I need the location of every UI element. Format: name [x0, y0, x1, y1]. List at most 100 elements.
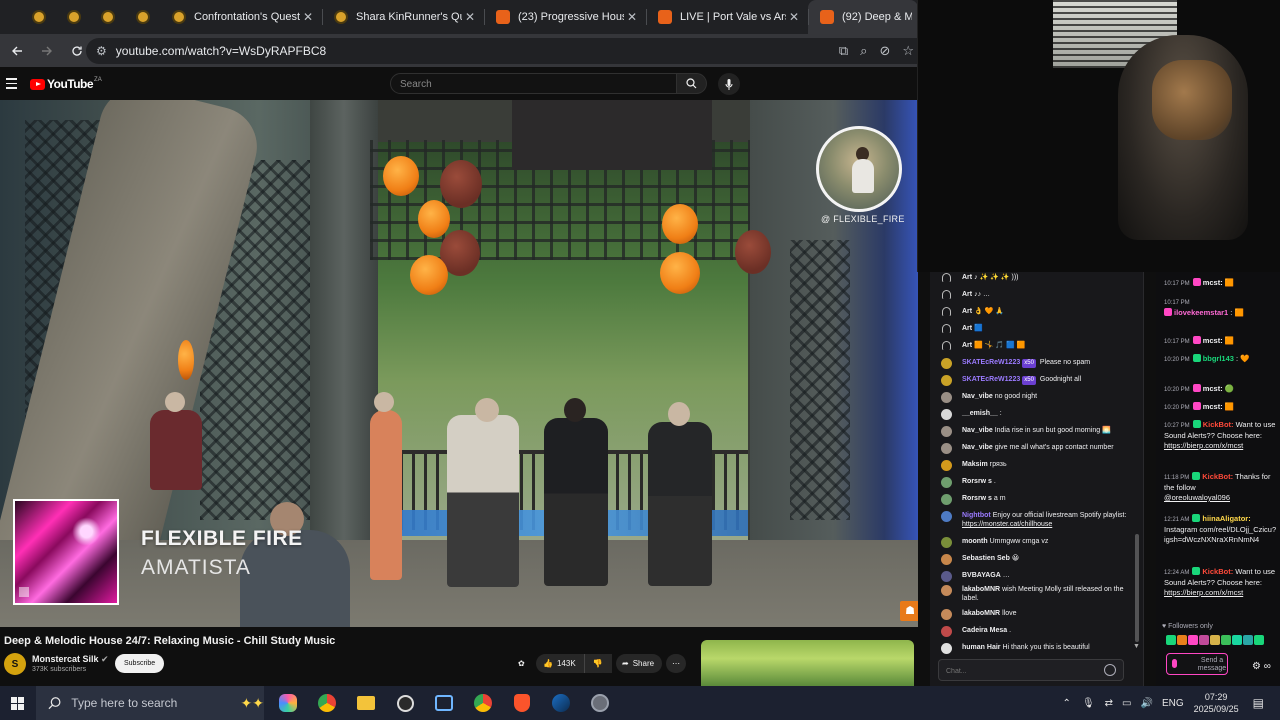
voice-search-button[interactable] [718, 73, 740, 95]
video-player[interactable]: FLEXIBLE FIRE AMATISTA @ FLEXIBLE_FIRE ☗ [0, 100, 918, 627]
chat-username[interactable]: Maksim [962, 461, 988, 468]
address-bar[interactable]: ⚙ youtube.com/watch?v=WsDyRAPFBC8 ⧉ ⌕ ⊘ … [86, 38, 918, 64]
emote-icon[interactable] [1188, 635, 1198, 645]
channel-watermark-icon[interactable]: ☗ [900, 601, 918, 621]
chat-username[interactable]: lakaboMNR [962, 610, 1000, 617]
extension-button[interactable]: ✿ [518, 654, 532, 673]
emote-icon[interactable] [1254, 635, 1264, 645]
zoom-icon[interactable]: ⌕ [860, 43, 867, 59]
scroll-down-icon[interactable]: ▼ [1133, 643, 1140, 650]
user-avatar[interactable] [941, 392, 952, 403]
tab-progressive-house[interactable]: (23) Progressive House 2 ✕ [484, 0, 646, 34]
user-avatar[interactable] [941, 554, 952, 565]
close-tab-icon[interactable]: ✕ [624, 10, 640, 24]
chat-input-box[interactable] [938, 659, 1124, 682]
headphones-icon[interactable] [942, 290, 951, 299]
search-button[interactable] [677, 73, 707, 94]
taskbar-search[interactable]: ✦✦ [36, 686, 264, 720]
send-message-input[interactable]: Send a message [1166, 653, 1228, 675]
user-avatar[interactable] [941, 571, 952, 582]
chat-link[interactable]: https://bierp.com/x/mcst [1164, 588, 1243, 597]
chat-username[interactable]: Rorsrw s [962, 495, 992, 502]
taskbar-app-game[interactable] [590, 693, 610, 713]
close-tab-icon[interactable]: ✕ [300, 10, 316, 24]
chat-username[interactable]: BVBAYAGA [962, 572, 1001, 579]
taskbar-app-copilot[interactable] [278, 693, 298, 713]
youtube-logo[interactable]: YouTube ZA [30, 77, 102, 91]
notifications-icon[interactable]: ▤ [1253, 696, 1264, 710]
taskbar-app-chrome-2[interactable] [473, 693, 493, 713]
user-avatar[interactable] [941, 443, 952, 454]
emote-icon[interactable] [1243, 635, 1253, 645]
chat-input[interactable] [939, 661, 1099, 682]
channel-name[interactable]: Monstercat Silk ✔ [32, 654, 109, 665]
chat-username[interactable]: hiinaAligator: [1202, 514, 1250, 523]
taskbar-app-brave[interactable] [512, 693, 532, 713]
chat-username[interactable]: mcst: [1203, 336, 1223, 345]
volume-icon[interactable]: 🔊 [1140, 698, 1152, 709]
chat-username[interactable]: bbgrl143 [1203, 354, 1234, 363]
forward-button[interactable] [34, 38, 60, 64]
chat-username[interactable]: lakaboMNR [962, 586, 1000, 593]
chat-username[interactable]: __emish__ [962, 410, 998, 417]
close-tab-icon[interactable]: ✕ [786, 10, 802, 24]
chat-link[interactable]: https://monster.cat/chillhouse [962, 521, 1052, 528]
bookmark-star-icon[interactable]: ☆ [902, 43, 914, 59]
chat-username[interactable]: Nav_vibe [962, 427, 993, 434]
show-hidden-icons-icon[interactable]: ⌃ [1063, 698, 1071, 709]
tab-deep-melodic-active[interactable]: (92) Deep & Melo [808, 0, 918, 34]
chat-scrollbar[interactable] [1135, 534, 1139, 642]
user-avatar[interactable] [941, 409, 952, 420]
chat-username[interactable]: SKATEcReW1223 [962, 376, 1020, 383]
tab-shara-quest[interactable]: Shara KinRunner's Quest ✕ [322, 0, 484, 34]
chat-username[interactable]: Cadeira Mesa [962, 627, 1007, 634]
chat-username[interactable]: human Hair [962, 644, 1001, 651]
chat-username[interactable]: mcst: [1203, 402, 1223, 411]
emote-icon[interactable] [1232, 635, 1242, 645]
chat-username[interactable]: mcst: [1203, 278, 1223, 287]
chat-username[interactable]: ilovekeemstar1 [1174, 308, 1228, 317]
cast-icon[interactable]: ⧉ [839, 43, 848, 59]
emoji-icon[interactable] [1104, 664, 1116, 676]
taskbar-app-snipping[interactable] [434, 693, 454, 713]
headphones-icon[interactable] [942, 324, 951, 333]
user-avatar[interactable] [941, 626, 952, 637]
headphones-icon[interactable] [942, 273, 951, 282]
chat-username[interactable]: KickBot: [1203, 420, 1234, 429]
search-box[interactable] [390, 73, 677, 94]
share-button[interactable]: ➦ Share [616, 654, 662, 673]
emote-icon[interactable] [1199, 635, 1209, 645]
user-avatar[interactable] [941, 609, 952, 620]
recommended-video-thumbnail[interactable] [701, 640, 914, 686]
taskbar-app-file-explorer[interactable] [356, 693, 376, 713]
user-avatar[interactable] [941, 426, 952, 437]
user-avatar[interactable] [941, 477, 952, 488]
chat-username[interactable]: SKATEcReW1223 [962, 359, 1020, 366]
input-language[interactable]: ENG [1162, 698, 1184, 709]
close-tab-icon[interactable]: ✕ [462, 10, 478, 24]
site-info-icon[interactable]: ⚙ [96, 44, 107, 58]
chat-username[interactable]: mcst: [1203, 384, 1223, 393]
chat-link[interactable]: @oreoluwaloyal096 [1164, 493, 1230, 502]
headphones-icon[interactable] [942, 307, 951, 316]
chat-link[interactable]: https://bierp.com/x/mcst [1164, 441, 1243, 450]
user-avatar[interactable] [941, 643, 952, 654]
chat-username[interactable]: Rorsrw s [962, 478, 992, 485]
chat-username[interactable]: Nav_vibe [962, 393, 993, 400]
more-actions-button[interactable]: ⋯ [666, 654, 686, 673]
chat-username[interactable]: Art [962, 291, 972, 298]
network-icon[interactable]: ⇄ [1105, 698, 1113, 709]
tab-port-vale-live[interactable]: LIVE | Port Vale vs Arsena ✕ [646, 0, 808, 34]
pinned-tab-3[interactable] [91, 0, 126, 34]
emote-icon[interactable] [1177, 635, 1187, 645]
pinned-tab-2[interactable] [57, 0, 92, 34]
taskbar-app-chrome[interactable] [317, 693, 337, 713]
search-input[interactable] [391, 75, 676, 94]
user-avatar[interactable] [941, 494, 952, 505]
pinned-tab-1[interactable] [22, 0, 57, 34]
taskbar-app-obs[interactable] [395, 693, 415, 713]
taskbar-app-steam[interactable] [551, 693, 571, 713]
chat-username[interactable]: KickBot: [1202, 567, 1233, 576]
back-button[interactable] [4, 38, 30, 64]
eye-off-icon[interactable]: ⊘ [879, 43, 890, 59]
